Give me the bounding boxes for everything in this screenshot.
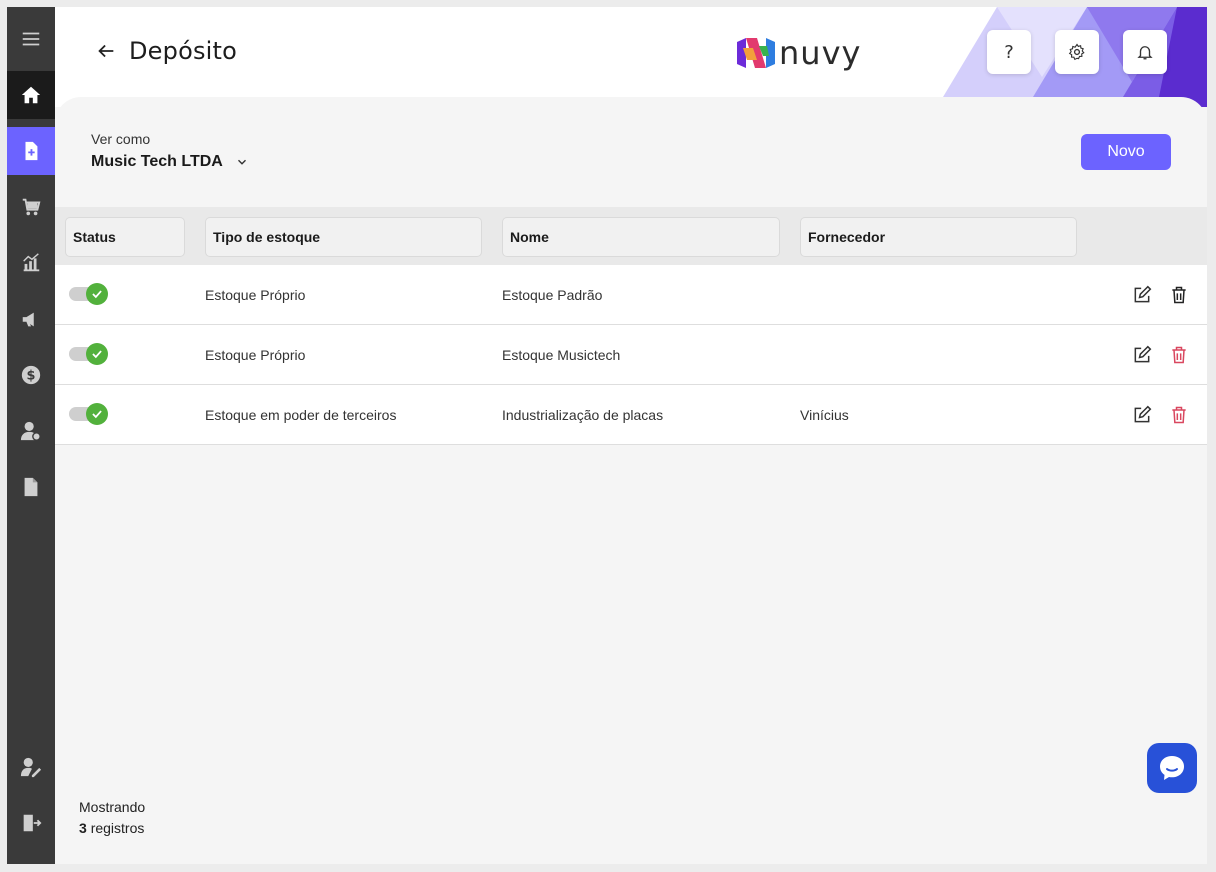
sidebar-item-home[interactable] <box>7 71 55 119</box>
delete-button[interactable] <box>1168 284 1190 306</box>
chevron-down-icon <box>237 159 246 165</box>
logo: nuvy <box>737 37 861 69</box>
table-row: Estoque Próprio Estoque Padrão <box>55 265 1207 325</box>
records-count-line: 3 registros <box>79 818 145 839</box>
column-header-fornecedor[interactable]: Fornecedor <box>800 217 1077 257</box>
table-row: Estoque Próprio Estoque Musictech <box>55 325 1207 385</box>
content-panel: Ver como Music Tech LTDA Novo Status Tip… <box>55 97 1207 864</box>
document-plus-icon <box>25 141 38 161</box>
sidebar-item-finance[interactable]: $ <box>7 351 55 399</box>
chart-icon <box>23 253 40 272</box>
table-body: Estoque Próprio Estoque Padrão Estoque P… <box>55 265 1207 445</box>
user-money-icon <box>20 421 41 441</box>
sidebar: $ <box>7 7 55 864</box>
check-icon <box>92 350 102 359</box>
settings-button[interactable] <box>1055 30 1099 74</box>
back-arrow-icon[interactable] <box>95 40 117 62</box>
cell-nome: Estoque Padrão <box>502 286 603 303</box>
status-toggle[interactable] <box>69 343 109 365</box>
records-summary: Mostrando 3 registros <box>79 797 145 839</box>
app-frame: $ Depósito nuvy ? Ver como Music Tech LT… <box>7 7 1207 864</box>
column-header-tipo[interactable]: Tipo de estoque <box>205 217 482 257</box>
column-header-nome[interactable]: Nome <box>502 217 780 257</box>
records-label: registros <box>90 820 145 836</box>
help-icon: ? <box>1004 41 1014 63</box>
edit-icon <box>1134 345 1152 363</box>
logo-text: nuvy <box>779 34 862 72</box>
help-button[interactable]: ? <box>987 30 1031 74</box>
edit-icon <box>1134 405 1152 423</box>
edit-icon <box>1134 285 1152 303</box>
delete-button[interactable] <box>1168 344 1190 366</box>
sidebar-item-sales[interactable] <box>7 183 55 231</box>
notifications-button[interactable] <box>1123 30 1167 74</box>
gear-icon <box>1068 43 1085 61</box>
logout-icon <box>23 814 42 832</box>
cell-nome: Estoque Musictech <box>502 346 621 363</box>
check-icon <box>92 410 102 419</box>
table-header: Status Tipo de estoque Nome Fornecedor <box>55 207 1207 265</box>
cell-nome: Industrialização de placas <box>502 406 664 423</box>
page-title: Depósito <box>129 37 238 65</box>
menu-icon <box>22 32 40 46</box>
cell-tipo: Estoque em poder de terceiros <box>205 406 397 423</box>
records-count: 3 <box>79 820 87 836</box>
sidebar-item-files[interactable] <box>7 463 55 511</box>
megaphone-icon <box>22 312 34 327</box>
check-icon <box>92 290 102 299</box>
showing-label: Mostrando <box>79 799 146 815</box>
company-select-value: Music Tech LTDA <box>91 153 223 170</box>
edit-button[interactable] <box>1131 284 1153 306</box>
cell-fornecedor: Vinícius <box>800 406 849 423</box>
trash-icon <box>1172 406 1186 424</box>
trash-icon <box>1172 286 1186 304</box>
edit-button[interactable] <box>1131 404 1153 426</box>
status-toggle[interactable] <box>69 403 109 425</box>
nuvy-logo-icon <box>737 38 775 68</box>
chat-bubble-icon <box>1160 756 1184 780</box>
status-toggle[interactable] <box>69 283 109 305</box>
file-icon <box>24 477 38 497</box>
cell-tipo: Estoque Próprio <box>205 286 306 303</box>
svg-text:$: $ <box>27 369 36 384</box>
menu-button[interactable] <box>7 15 55 63</box>
column-header-status[interactable]: Status <box>65 217 185 257</box>
delete-button[interactable] <box>1168 404 1190 426</box>
sidebar-item-profile[interactable] <box>7 743 55 791</box>
cell-tipo: Estoque Próprio <box>205 346 306 363</box>
sidebar-item-marketing[interactable] <box>7 295 55 343</box>
edit-button[interactable] <box>1131 344 1153 366</box>
sidebar-item-reports[interactable] <box>7 239 55 287</box>
dollar-icon: $ <box>21 365 41 385</box>
title-area: Depósito <box>95 37 237 65</box>
sidebar-item-customers[interactable] <box>7 407 55 455</box>
sidebar-item-documents[interactable] <box>7 127 55 175</box>
header: Depósito nuvy ? <box>55 7 1207 107</box>
ver-como-label: Ver como <box>91 131 151 147</box>
table-row: Estoque em poder de terceiros Industrial… <box>55 385 1207 445</box>
user-edit-icon <box>20 757 42 778</box>
cart-icon <box>22 198 41 216</box>
home-icon <box>21 86 41 104</box>
sidebar-item-logout[interactable] <box>7 799 55 847</box>
trash-icon <box>1172 346 1186 364</box>
bell-icon <box>1137 46 1153 60</box>
company-select[interactable]: Music Tech LTDA <box>91 153 249 171</box>
novo-button[interactable]: Novo <box>1081 134 1171 170</box>
chat-button[interactable] <box>1147 743 1197 793</box>
